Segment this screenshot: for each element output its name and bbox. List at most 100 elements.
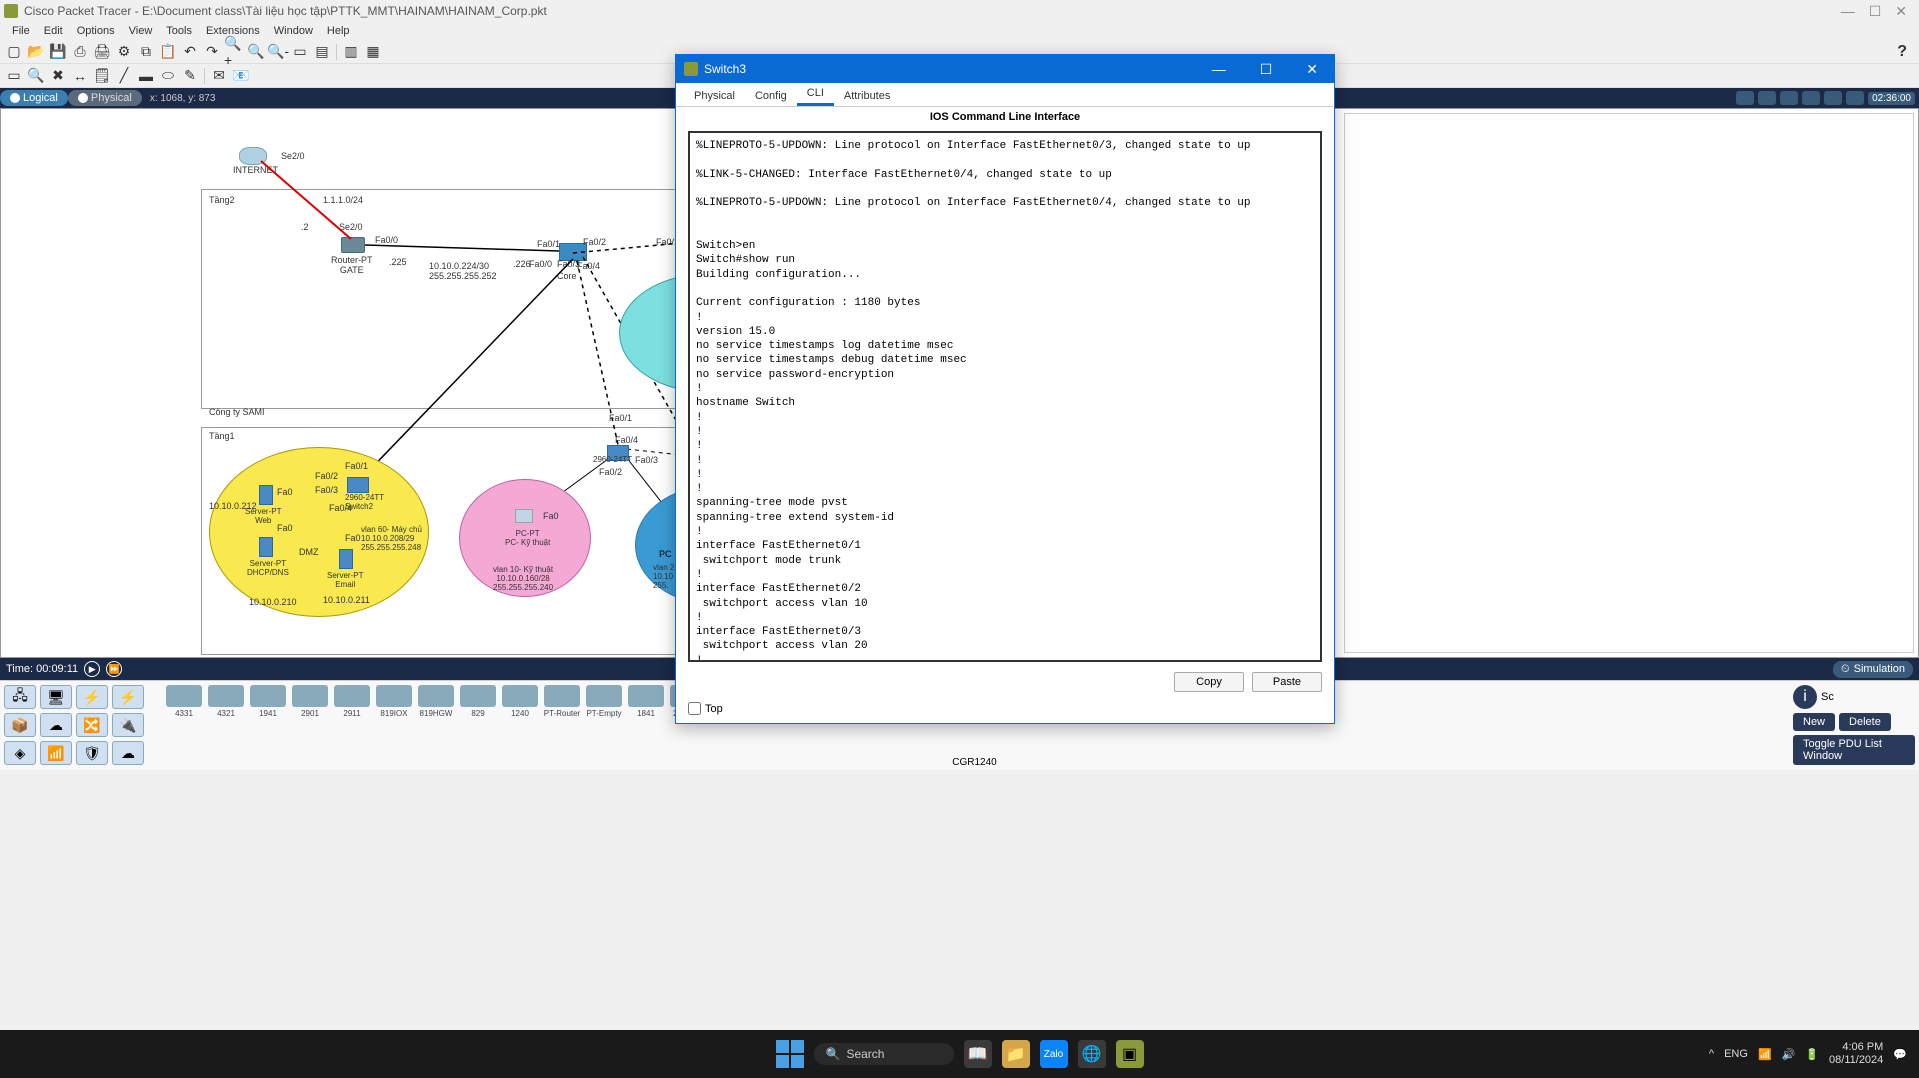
menu-file[interactable]: File <box>6 25 36 37</box>
logical-tab[interactable]: Logical <box>0 90 68 106</box>
simple-pdu-icon[interactable]: ✉ <box>209 66 229 86</box>
taskbar-packet-tracer[interactable]: ▣ <box>1116 1040 1144 1068</box>
taskbar-search[interactable]: 🔍 Search <box>814 1043 954 1065</box>
taskbar-explorer[interactable]: 📁 <box>1002 1040 1030 1068</box>
subcat-wireless[interactable]: 📶 <box>40 741 72 765</box>
undo-icon[interactable]: ↶ <box>180 42 200 62</box>
category-connections[interactable]: ⚡ <box>112 685 144 709</box>
menu-window[interactable]: Window <box>268 25 319 37</box>
devwin-maximize[interactable]: ☐ <box>1252 61 1281 78</box>
model-4331[interactable]: 4331 <box>164 685 204 718</box>
device-router-gate[interactable] <box>341 237 365 253</box>
device-server-web[interactable] <box>259 485 273 505</box>
device-b-icon[interactable]: ▦ <box>363 42 383 62</box>
device-internet-cloud[interactable] <box>239 147 267 165</box>
copy-button[interactable]: Copy <box>1174 672 1244 692</box>
start-button[interactable] <box>776 1040 804 1068</box>
model-2901[interactable]: 2901 <box>290 685 330 718</box>
device-pc-kythuat[interactable] <box>515 509 533 523</box>
model-1240[interactable]: 1240 <box>500 685 540 718</box>
tab-cli[interactable]: CLI <box>797 83 834 106</box>
tab-config[interactable]: Config <box>745 86 797 106</box>
category-misc[interactable]: 📦 <box>4 713 36 737</box>
nav-move-icon[interactable] <box>1802 91 1820 105</box>
delete-icon[interactable]: ✖ <box>48 66 68 86</box>
model-pt-router[interactable]: PT-Router <box>542 685 582 718</box>
tray-volume-icon[interactable]: 🔊 <box>1782 1048 1796 1061</box>
redo-icon[interactable]: ↷ <box>202 42 222 62</box>
menu-options[interactable]: Options <box>71 25 121 37</box>
devwin-titlebar[interactable]: Switch3 — ☐ ✕ <box>676 55 1334 83</box>
top-checkbox[interactable] <box>688 702 701 715</box>
tray-language[interactable]: ENG <box>1724 1048 1748 1060</box>
tab-attributes[interactable]: Attributes <box>834 86 900 106</box>
model-829[interactable]: 829 <box>458 685 498 718</box>
rectangle-icon[interactable]: ▬ <box>136 66 156 86</box>
close-button[interactable]: ✕ <box>1895 3 1907 20</box>
tray-battery-icon[interactable]: 🔋 <box>1805 1048 1819 1061</box>
physical-tab[interactable]: Physical <box>68 90 142 106</box>
zoom-reset-icon[interactable]: 🔍 <box>246 42 266 62</box>
menu-help[interactable]: Help <box>321 25 356 37</box>
subcat-wan[interactable]: ☁ <box>112 741 144 765</box>
tray-wifi-icon[interactable]: 📶 <box>1758 1048 1772 1061</box>
devwin-minimize[interactable]: — <box>1204 61 1234 78</box>
freeform-icon[interactable]: ✎ <box>180 66 200 86</box>
menu-edit[interactable]: Edit <box>38 25 69 37</box>
taskbar-zalo[interactable]: Zalo <box>1040 1040 1068 1068</box>
line-icon[interactable]: ╱ <box>114 66 134 86</box>
nav-new-cluster-icon[interactable] <box>1780 91 1798 105</box>
nav-root-icon[interactable] <box>1758 91 1776 105</box>
category-network-devices[interactable]: 🖧 <box>4 685 36 709</box>
palette-b-icon[interactable]: ▤ <box>312 42 332 62</box>
nav-back-icon[interactable] <box>1736 91 1754 105</box>
model-1841[interactable]: 1841 <box>626 685 666 718</box>
paste-icon[interactable]: 📋 <box>158 42 178 62</box>
subcat-switches[interactable]: 🔌 <box>112 713 144 737</box>
model-819hgw[interactable]: 819HGW <box>416 685 456 718</box>
copy-icon[interactable]: ⧉ <box>136 42 156 62</box>
taskbar-app-1[interactable]: 📖 <box>964 1040 992 1068</box>
select-icon[interactable]: ▭ <box>4 66 24 86</box>
device-switch2[interactable] <box>347 477 369 493</box>
complex-pdu-icon[interactable]: 📧 <box>231 66 251 86</box>
subcat-hubs[interactable]: ◈ <box>4 741 36 765</box>
note-icon[interactable]: 🗒 <box>92 66 112 86</box>
resize-icon[interactable]: ↔ <box>70 66 90 86</box>
menu-view[interactable]: View <box>123 25 159 37</box>
maximize-button[interactable]: ☐ <box>1869 3 1882 20</box>
wizard-icon[interactable]: ⚙ <box>114 42 134 62</box>
inspect-icon[interactable]: 🔍 <box>26 66 46 86</box>
subcat-routers[interactable]: 🔀 <box>76 713 108 737</box>
play-button[interactable]: ▶ <box>84 661 100 677</box>
model-4321[interactable]: 4321 <box>206 685 246 718</box>
print-icon[interactable]: 🖨 <box>92 42 112 62</box>
paste-button[interactable]: Paste <box>1252 672 1322 692</box>
device-server-dhcp[interactable] <box>259 537 273 557</box>
menu-tools[interactable]: Tools <box>160 25 198 37</box>
saveas-icon[interactable]: ⎙ <box>70 42 90 62</box>
category-end-devices[interactable]: 🖥 <box>40 685 72 709</box>
ellipse-icon[interactable]: ⬭ <box>158 66 178 86</box>
help-icon[interactable]: ? <box>1897 43 1915 61</box>
model-819iox[interactable]: 819IOX <box>374 685 414 718</box>
tray-clock[interactable]: 4:06 PM 08/11/2024 <box>1829 1041 1883 1067</box>
category-components[interactable]: ⚡ <box>76 685 108 709</box>
minimize-button[interactable]: — <box>1841 3 1855 20</box>
nav-env-icon[interactable] <box>1824 91 1842 105</box>
model-pt-empty[interactable]: PT-Empty <box>584 685 624 718</box>
category-multiuser[interactable]: ☁ <box>40 713 72 737</box>
tray-notifications-icon[interactable]: 💬 <box>1893 1048 1907 1061</box>
save-icon[interactable]: 💾 <box>48 42 68 62</box>
model-2911[interactable]: 2911 <box>332 685 372 718</box>
device-a-icon[interactable]: ▥ <box>341 42 361 62</box>
fast-forward-button[interactable]: ⏩ <box>106 661 122 677</box>
new-scenario-button[interactable]: New <box>1793 713 1835 731</box>
tray-chevron-icon[interactable]: ^ <box>1709 1048 1714 1060</box>
device-server-email[interactable] <box>339 549 353 569</box>
new-file-icon[interactable]: ▢ <box>4 42 24 62</box>
model-1941[interactable]: 1941 <box>248 685 288 718</box>
open-file-icon[interactable]: 📂 <box>26 42 46 62</box>
cli-terminal[interactable]: %LINEPROTO-5-UPDOWN: Line protocol on In… <box>688 131 1322 662</box>
zoom-out-icon[interactable]: 🔍- <box>268 42 288 62</box>
